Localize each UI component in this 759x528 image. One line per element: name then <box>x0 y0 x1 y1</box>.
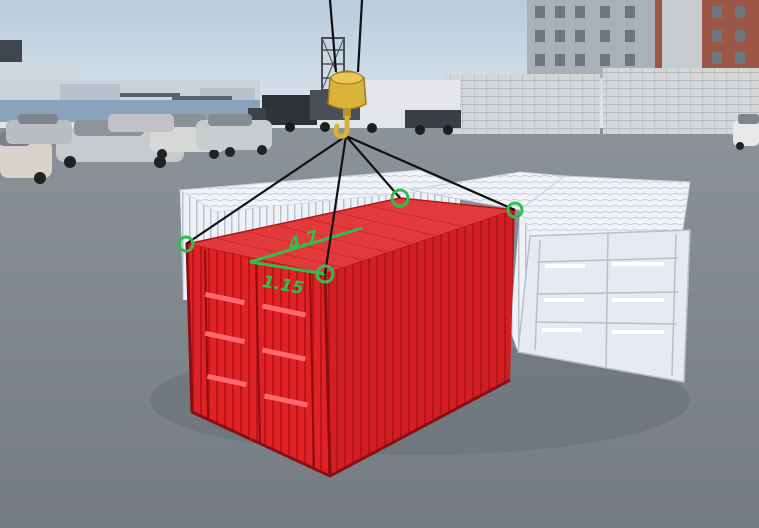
game-viewport[interactable]: 4.7 1.15 <box>0 0 759 528</box>
background-buildings <box>527 0 759 78</box>
